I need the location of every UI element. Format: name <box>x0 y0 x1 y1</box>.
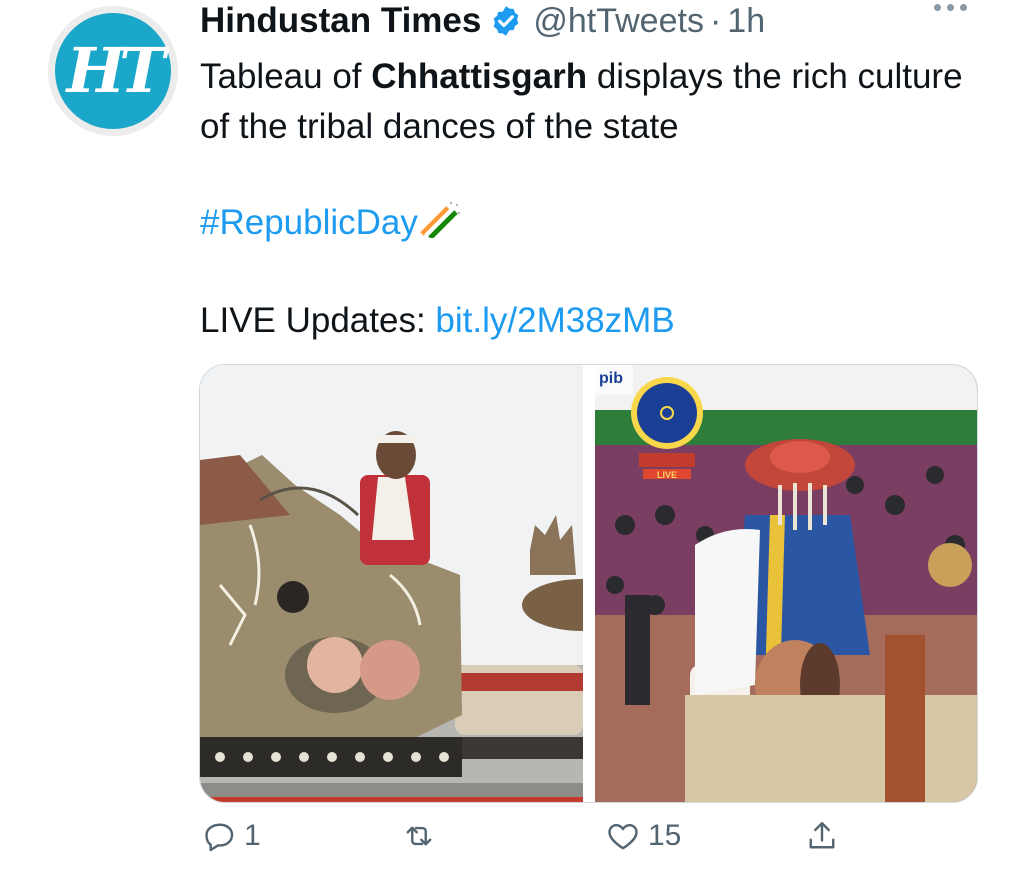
media-image-tableau[interactable] <box>200 365 583 802</box>
live-overlay-text: LIVE <box>657 470 677 480</box>
author-handle[interactable]: @htTweets <box>533 2 704 41</box>
live-updates-link[interactable]: bit.ly/2M38zMB <box>435 301 674 340</box>
like-count: 15 <box>648 819 682 852</box>
retweet-button[interactable] <box>400 818 444 854</box>
timestamp[interactable]: 1h <box>727 2 765 41</box>
tweet-header: Hindustan Times @htTweets · 1h <box>200 0 765 42</box>
author-avatar[interactable]: HT <box>48 6 178 136</box>
avatar-logo: HT <box>55 13 171 129</box>
retweet-icon <box>406 826 432 846</box>
more-options-icon[interactable] <box>934 4 967 11</box>
tweet-text: Tableau of Chhattisgarh displays the ric… <box>200 57 963 146</box>
like-button[interactable]: 15 <box>604 818 681 854</box>
tweet-actions: 1 15 <box>0 818 1024 868</box>
tableau-photo <box>200 365 583 802</box>
hashtag-republic-day[interactable]: #RepublicDay <box>200 198 462 248</box>
bold-text: Chhattisgarh <box>371 57 588 96</box>
share-icon <box>809 822 835 849</box>
reply-icon <box>205 823 234 852</box>
share-button[interactable] <box>804 818 840 854</box>
heart-icon <box>608 824 638 850</box>
reply-count: 1 <box>244 819 261 852</box>
verified-badge-icon <box>494 6 519 36</box>
author-name[interactable]: Hindustan Times <box>200 1 481 41</box>
pib-logo: pib <box>599 370 623 387</box>
tweet-media: LIVE pib <box>199 364 978 803</box>
republic-day-emoji-icon <box>420 202 460 240</box>
media-image-drummer[interactable]: LIVE pib <box>595 365 977 802</box>
drummer-photo: LIVE pib <box>595 365 977 802</box>
reply-button[interactable]: 1 <box>202 818 261 854</box>
separator: · <box>709 1 722 40</box>
live-updates-line: LIVE Updates: bit.ly/2M38zMB <box>200 301 675 340</box>
